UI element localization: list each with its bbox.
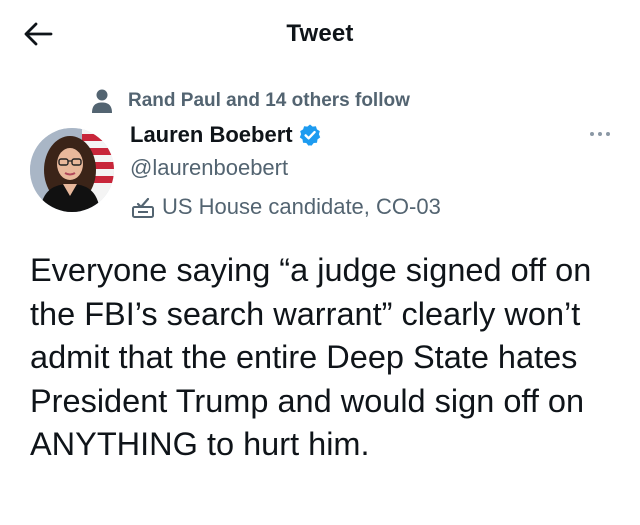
more-horizontal-icon [588,125,612,143]
author-handle[interactable]: @laurenboebert [130,152,441,184]
verified-badge-icon[interactable] [298,123,322,147]
tweet-text: Everyone saying “a judge signed off on t… [30,252,592,462]
author-info: Lauren Boebert @laurenboebert US House c… [130,120,441,222]
person-icon [90,88,114,114]
author-name-row[interactable]: Lauren Boebert [130,120,441,150]
social-context[interactable]: Rand Paul and 14 others follow [90,88,410,114]
author-label-text: US House candidate, CO-03 [162,194,441,219]
author-name[interactable]: Lauren Boebert [130,122,293,148]
avatar[interactable] [30,128,114,212]
author-label: US House candidate, CO-03 [130,192,441,222]
app-header: Tweet [0,0,640,70]
social-context-text: Rand Paul and 14 others follow [128,90,410,111]
more-options-button[interactable] [580,122,620,146]
ballot-box-icon [130,195,156,219]
page-title: Tweet [286,20,354,47]
